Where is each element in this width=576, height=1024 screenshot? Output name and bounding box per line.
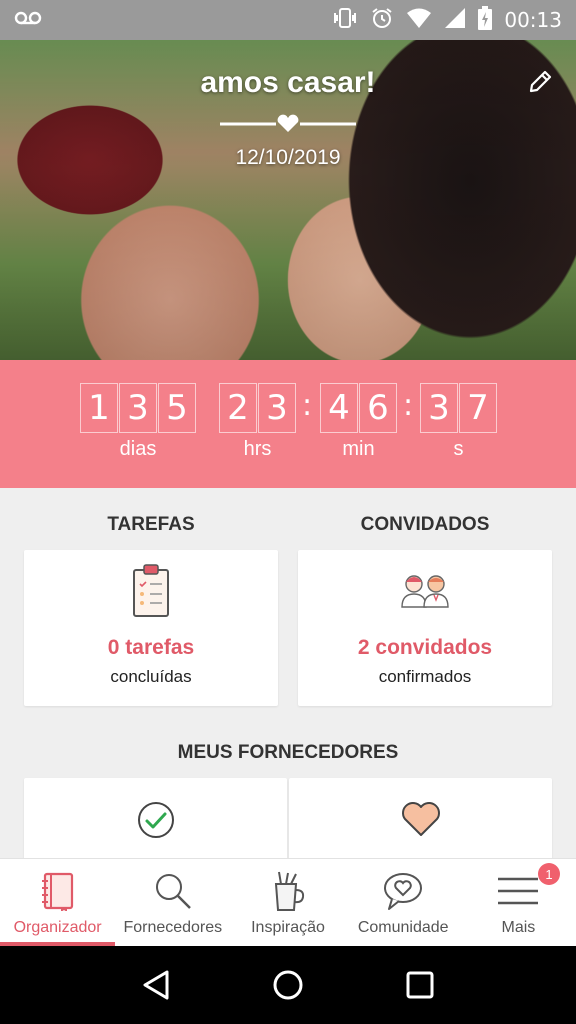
menu-icon	[498, 877, 539, 905]
nav-label: Organizador	[13, 919, 102, 936]
status-bar: 00:13	[0, 0, 576, 40]
pencil-icon	[529, 70, 552, 93]
voicemail-icon	[14, 10, 42, 31]
bottom-navigation: Organizador Fornecedores Inspiração Comu…	[0, 858, 576, 946]
recents-icon	[406, 971, 434, 999]
home-icon	[273, 970, 303, 1000]
recents-button[interactable]	[400, 965, 440, 1005]
countdown-label-minutes: min	[342, 438, 375, 460]
countdown-digit: 3	[420, 383, 458, 433]
countdown-digit: 5	[158, 383, 196, 433]
countdown-digit: 6	[359, 383, 397, 433]
nav-item-comunidade[interactable]: Comunidade	[346, 859, 461, 946]
home-button[interactable]	[268, 965, 308, 1005]
checkmark-circle-icon	[137, 802, 174, 838]
countdown-separator: :	[302, 388, 313, 423]
couple-icon	[401, 575, 449, 608]
countdown-digit: 7	[459, 383, 497, 433]
countdown-label-days: dias	[119, 438, 157, 460]
battery-charging-icon	[478, 5, 493, 35]
countdown-label-hours: hrs	[243, 438, 272, 460]
couple-photo[interactable]: amos casar! 12/10/2019	[0, 40, 576, 360]
countdown-digit: 3	[258, 383, 296, 433]
vendors-hired-card[interactable]	[24, 778, 287, 868]
countdown-digit: 3	[119, 383, 157, 433]
countdown-digit: 4	[320, 383, 358, 433]
hero-title: amos casar!	[200, 66, 376, 99]
vendors-section-title: MEUS FORNECEDORES	[177, 742, 399, 763]
search-icon	[155, 874, 191, 909]
heart-icon	[401, 802, 440, 836]
nav-label: Comunidade	[357, 919, 449, 936]
nav-label: Mais	[501, 919, 536, 936]
nav-item-mais[interactable]: Mais 1	[461, 859, 576, 946]
countdown-digit: 1	[80, 383, 118, 433]
alarm-icon	[370, 6, 394, 35]
nav-label: Inspiração	[251, 919, 325, 936]
edit-button[interactable]	[524, 66, 556, 98]
tasks-card[interactable]: 0 tarefas concluídas	[24, 550, 278, 706]
tasks-subtitle: concluídas	[110, 667, 192, 686]
back-icon	[143, 970, 169, 1000]
chat-heart-icon	[384, 873, 423, 910]
countdown-label-seconds: s	[453, 438, 464, 460]
guests-section-title: CONVIDADOS	[360, 514, 490, 535]
countdown-digit: 2	[219, 383, 257, 433]
countdown-separator: :	[403, 388, 414, 423]
vibrate-icon	[332, 7, 358, 34]
clock-time: 00:13	[504, 8, 562, 32]
heart-divider	[220, 114, 356, 132]
clipboard-checklist-icon	[133, 564, 169, 617]
nav-item-fornecedores[interactable]: Fornecedores	[115, 859, 230, 946]
guests-subtitle: confirmados	[378, 667, 472, 686]
countdown-seconds: 3 7	[420, 383, 498, 433]
tasks-section-title: TAREFAS	[107, 514, 195, 535]
signal-icon	[444, 7, 466, 34]
notification-badge: 1	[538, 863, 561, 885]
wifi-icon	[406, 7, 432, 34]
notebook-icon	[41, 872, 73, 911]
wedding-date: 12/10/2019	[235, 146, 341, 169]
guests-card[interactable]: 2 convidados confirmados	[298, 550, 552, 706]
countdown-timer: 1 3 5 dias 2 3 hrs : 4 6 min : 3 7 s	[0, 360, 576, 488]
vendors-favorites-card[interactable]	[289, 778, 552, 868]
nav-item-organizador[interactable]: Organizador	[0, 859, 116, 946]
guests-count: 2 convidados	[357, 636, 493, 659]
countdown-minutes: 4 6	[320, 383, 398, 433]
pencil-cup-icon	[274, 871, 305, 911]
nav-label: Fornecedores	[123, 919, 223, 936]
system-navigation-bar	[0, 946, 576, 1024]
tasks-count: 0 tarefas	[107, 636, 195, 659]
countdown-hours: 2 3	[219, 383, 297, 433]
countdown-days: 1 3 5	[80, 383, 197, 433]
nav-item-inspiracao[interactable]: Inspiração	[230, 859, 345, 946]
back-button[interactable]	[136, 965, 176, 1005]
